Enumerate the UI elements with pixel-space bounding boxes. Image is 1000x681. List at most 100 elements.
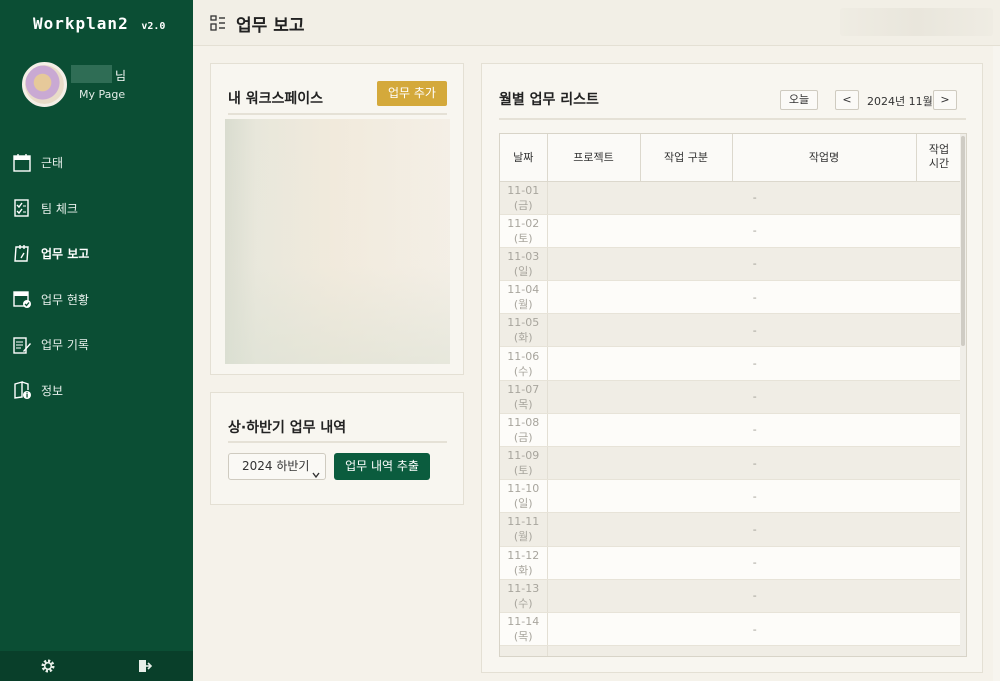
sidebar-item-attendance[interactable]: 근태 (0, 140, 193, 186)
row-task-cell: - (547, 612, 962, 647)
table-row[interactable]: 11-04 (월) - (500, 280, 962, 315)
table-scrollbar[interactable] (960, 134, 966, 656)
brand-name: Workplan2 (33, 14, 129, 33)
sidebar-item-team-check[interactable]: 팀 체크 (0, 186, 193, 232)
sidebar-item-work-report[interactable]: 업무 보고 (0, 231, 193, 277)
row-date: 11-01 (507, 183, 540, 197)
row-date: 11-02 (507, 216, 540, 230)
table-row[interactable]: 11-12 (화) - (500, 546, 962, 580)
table-row[interactable]: 11-13 (수) - (500, 579, 962, 613)
row-weekday: (수) (513, 596, 533, 610)
table-row[interactable]: 11-05 (화) - (500, 313, 962, 348)
user-name-suffix: 님 (115, 69, 127, 83)
prev-month-button[interactable]: < (835, 90, 859, 110)
logout-icon[interactable] (137, 658, 153, 674)
row-date-cell: 11-09 (토) (500, 446, 548, 481)
column-header-work-time[interactable]: 작업 시간 (916, 134, 963, 182)
workspace-panel: 내 워크스페이스 업무 추가 (210, 63, 464, 375)
today-button[interactable]: 오늘 (780, 90, 818, 110)
table-row[interactable]: 11-08 (금) - (500, 413, 962, 448)
row-date: 11-04 (507, 283, 540, 297)
sidebar-item-label: 팀 체크 (41, 201, 78, 216)
row-date-cell: 11-03 (일) (500, 247, 548, 282)
row-date: 11-13 (507, 581, 540, 595)
top-header: 업무 보고 (193, 0, 1000, 46)
row-date: 11-09 (507, 449, 540, 463)
divider (499, 118, 966, 120)
row-weekday: (목) (513, 630, 533, 644)
column-header-project[interactable]: 프로젝트 (547, 134, 641, 182)
column-header-category[interactable]: 작업 구분 (640, 134, 733, 182)
row-date-cell: 11-14 (목) (500, 612, 548, 647)
monthly-list-title: 월별 업무 리스트 (499, 92, 599, 108)
row-task-cell: - (547, 280, 962, 315)
row-task-cell: - (547, 512, 962, 547)
row-date: 11-06 (507, 349, 540, 363)
chevron-down-icon (312, 463, 320, 479)
row-task-cell: - (547, 546, 962, 580)
sidebar-item-label: 정보 (41, 383, 64, 398)
sidebar-item-label: 근태 (41, 156, 64, 171)
sidebar-item-work-status[interactable]: 업무 현황 (0, 277, 193, 323)
row-date: 11-12 (507, 548, 540, 562)
avatar[interactable] (22, 62, 67, 107)
table-body: 11-01 (금) -11-02 (토) -11-03 (일) -11-04 (월) -11-0… (500, 181, 962, 656)
sidebar-item-label: 업무 보고 (41, 247, 90, 262)
table-row[interactable]: 11-15 (500, 645, 962, 656)
row-date-cell: 11-11 (월) (500, 512, 548, 547)
table-row[interactable]: 11-01 (금) - (500, 181, 962, 215)
next-month-button[interactable]: > (933, 90, 957, 110)
row-date-cell: 11-08 (금) (500, 413, 548, 448)
row-weekday: (토) (513, 464, 533, 478)
row-date-cell: 11-01 (금) (500, 181, 548, 215)
table-row[interactable]: 11-07 (목) - (500, 380, 962, 414)
brand-logo[interactable]: Workplan2 v2.0 (33, 14, 165, 33)
sidebar-item-work-log[interactable]: 업무 기록 (0, 322, 193, 368)
row-weekday: (일) (513, 497, 533, 511)
table-row[interactable]: 11-11 (월) - (500, 512, 962, 547)
row-task-cell: - (547, 181, 962, 215)
table-row[interactable]: 11-09 (토) - (500, 446, 962, 481)
row-date-cell: 11-04 (월) (500, 280, 548, 315)
table-row[interactable]: 11-10 (일) - (500, 479, 962, 514)
month-label: 2024년 11월 (867, 95, 933, 108)
row-weekday: (화) (513, 563, 533, 577)
half-year-select-value: 2024 하반기 (242, 459, 310, 473)
add-task-button[interactable]: 업무 추가 (377, 81, 447, 106)
row-date-cell: 11-12 (화) (500, 546, 548, 580)
monthly-table-container[interactable]: 날짜 프로젝트 작업 구분 작업명 작업 시간 11-01 (금) -11-02 (토… (499, 133, 967, 657)
table-row[interactable]: 11-06 (수) - (500, 346, 962, 381)
page-scrollbar[interactable] (993, 46, 1000, 681)
monthly-list-panel: 월별 업무 리스트 오늘 < 2024년 11월 > 날짜 프로젝트 작업 구분… (481, 63, 983, 673)
row-date-cell: 11-05 (화) (500, 313, 548, 348)
sidebar-footer (0, 651, 193, 681)
header-redacted-area (840, 8, 993, 36)
profile[interactable]: 님 My Page (22, 62, 182, 108)
table-row[interactable]: 11-14 (목) - (500, 612, 962, 647)
half-year-title: 상·하반기 업무 내역 (228, 420, 347, 436)
export-history-button[interactable]: 업무 내역 추출 (334, 453, 430, 480)
half-year-select[interactable]: 2024 하반기 (228, 453, 326, 480)
sidebar-item-info[interactable]: 정보 (0, 368, 193, 414)
workspace-title: 내 워크스페이스 (228, 91, 324, 107)
row-task-cell: - (547, 479, 962, 514)
table-row[interactable]: 11-02 (토) - (500, 214, 962, 248)
row-task-cell: - (547, 380, 962, 414)
row-weekday: (목) (513, 397, 533, 411)
column-header-date[interactable]: 날짜 (500, 134, 548, 182)
row-date-cell: 11-07 (목) (500, 380, 548, 414)
row-date: 11-03 (507, 249, 540, 263)
table-scrollbar-thumb[interactable] (961, 136, 965, 346)
row-weekday: (일) (513, 264, 533, 278)
column-header-task-name[interactable]: 작업명 (732, 134, 917, 182)
sidebar-item-label: 업무 현황 (41, 292, 89, 307)
my-page-link[interactable]: My Page (79, 88, 125, 101)
row-task-cell: - (547, 579, 962, 613)
gear-icon[interactable] (40, 658, 56, 674)
half-year-panel: 상·하반기 업무 내역 2024 하반기 업무 내역 추출 (210, 392, 464, 505)
menu-grid-icon[interactable] (210, 15, 226, 31)
divider (228, 441, 447, 443)
row-weekday: (월) (513, 298, 533, 312)
table-row[interactable]: 11-03 (일) - (500, 247, 962, 282)
row-date: 11-05 (507, 316, 540, 330)
